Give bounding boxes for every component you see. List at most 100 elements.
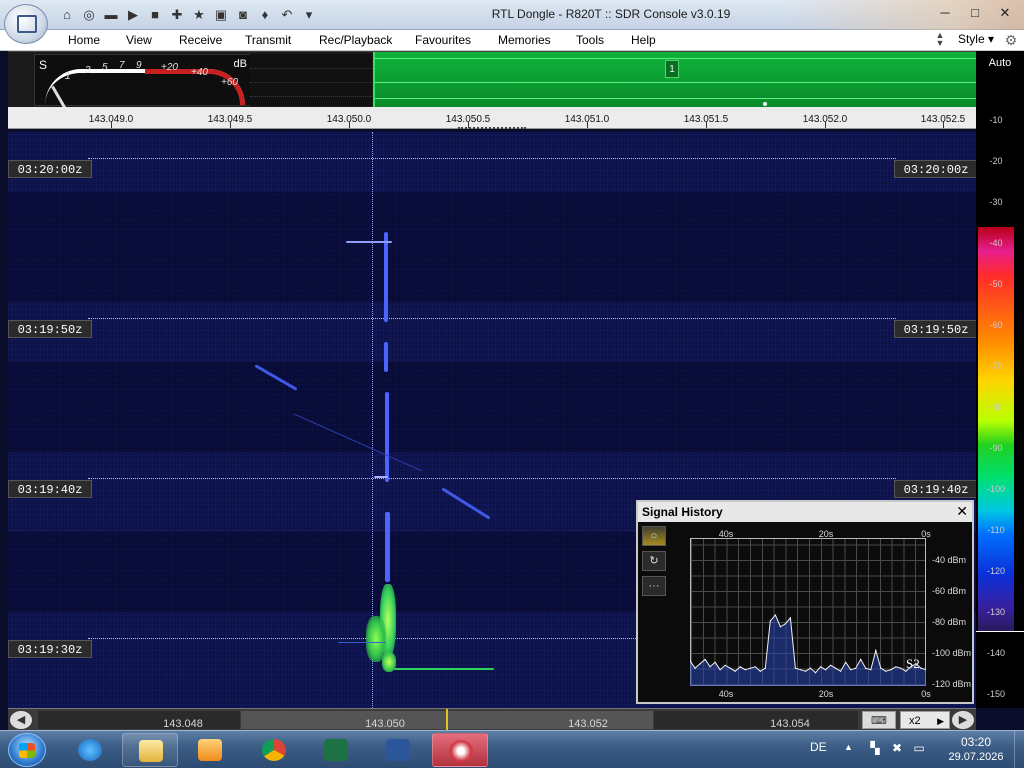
- signal-history-point: [855, 667, 857, 669]
- menu-view[interactable]: View: [126, 33, 152, 47]
- taskbar-chrome[interactable]: [246, 733, 302, 767]
- keyboard-button[interactable]: ⌨: [862, 711, 896, 729]
- record-toggle-button[interactable]: ○: [642, 526, 666, 546]
- menu-receive[interactable]: Receive: [179, 33, 222, 47]
- taskbar-word[interactable]: [370, 733, 426, 767]
- signal-trace: [338, 642, 386, 643]
- menu-favourites[interactable]: Favourites: [415, 33, 471, 47]
- start-button[interactable]: [8, 733, 46, 767]
- signal-history-point: [704, 658, 706, 660]
- mini-spectrum: [250, 54, 372, 106]
- signal-history-point: [820, 666, 822, 668]
- signal-history-point: [709, 666, 711, 668]
- signal-history-point: [850, 669, 852, 671]
- menu-help[interactable]: Help: [631, 33, 656, 47]
- db-scale-label: -40: [989, 238, 1003, 248]
- waterfall-time-label: 03:19:40z: [8, 480, 92, 498]
- meteor-streak: [441, 487, 491, 520]
- signal-history-point: [769, 620, 771, 622]
- s-unit-badge: S2: [906, 656, 920, 671]
- s-meter-tick: +40: [191, 67, 208, 78]
- db-scale-label: -150: [986, 689, 1005, 699]
- window-title: RTL Dongle - R820T :: SDR Console v3.0.1…: [491, 7, 731, 21]
- db-scale-label: -70: [989, 361, 1003, 371]
- zoom-dropdown[interactable]: x2 ▶: [900, 711, 950, 729]
- taskbar-excel[interactable]: [308, 733, 364, 767]
- tuning-label: 143.048: [163, 718, 203, 730]
- minimize-button[interactable]: ─: [932, 3, 958, 23]
- close-button[interactable]: ✕: [992, 3, 1018, 23]
- show-desktop-button[interactable]: [1014, 731, 1024, 768]
- gear-icon[interactable]: ⚙: [1002, 31, 1020, 49]
- menu-transmit[interactable]: Transmit: [245, 33, 291, 47]
- db-scale[interactable]: Auto -10 -20 -30 -40 -50 -60 -70 -80 -90…: [976, 51, 1024, 708]
- tray-app-icon[interactable]: ▚: [868, 741, 882, 755]
- word-icon: [386, 739, 410, 761]
- scroll-left-button[interactable]: ◀: [10, 711, 32, 729]
- taskbar-sdr-console[interactable]: [432, 733, 488, 767]
- signal-history-point: [890, 669, 892, 671]
- network-icon[interactable]: ✖: [890, 741, 904, 755]
- db-label: dB: [233, 58, 247, 70]
- signal-history-header: Signal History ✕: [638, 502, 972, 522]
- tuning-cursor[interactable]: [446, 709, 448, 731]
- menu-home[interactable]: Home: [68, 33, 100, 47]
- media-player-icon: [198, 739, 222, 761]
- taskbar: DE ▲ ▚ ✖ ▭ 03:20 29.07.2026: [0, 730, 1024, 768]
- signal-trace: [384, 342, 388, 372]
- tuning-bar[interactable]: ◀ 143.048 143.050 143.052 143.054 ⌨ x2 ▶ …: [8, 708, 976, 731]
- signal-history-point: [749, 667, 751, 669]
- taskbar-explorer[interactable]: [122, 733, 178, 767]
- y-axis-label: -120 dBm: [932, 679, 972, 689]
- tuning-label: 143.050: [365, 718, 405, 730]
- signal-history-point: [865, 667, 867, 669]
- auto-scale-button[interactable]: Auto: [976, 57, 1024, 69]
- maximize-button[interactable]: □: [962, 3, 988, 23]
- x-axis-label: 20s: [818, 529, 834, 539]
- style-dropdown[interactable]: Style ▾: [958, 32, 994, 46]
- x-axis-label: 20s: [818, 689, 834, 699]
- y-axis-label: -100 dBm: [932, 648, 972, 658]
- action-center-icon[interactable]: ▭: [912, 741, 926, 755]
- taskbar-media-player[interactable]: [182, 733, 238, 767]
- language-indicator[interactable]: DE: [810, 740, 827, 754]
- frequency-ruler[interactable]: 143.049.0 143.049.5 143.050.0 143.050.5 …: [8, 107, 976, 129]
- signal-history-point: [860, 658, 862, 660]
- menu-tools[interactable]: Tools: [576, 33, 604, 47]
- reset-button[interactable]: ↻: [642, 551, 666, 571]
- clock-date[interactable]: 29.07.2026: [942, 751, 1010, 763]
- chevron-right-icon: ▶: [937, 716, 944, 726]
- waterfall-time-label: 03:20:00z: [8, 160, 92, 178]
- signal-history-title: Signal History: [642, 505, 723, 519]
- signal-history-point: [729, 667, 731, 669]
- explorer-icon: [139, 740, 163, 762]
- tuning-label: 143.052: [568, 718, 608, 730]
- waterfall-time-label: 03:19:40z: [894, 480, 976, 498]
- signal-history-point: [870, 669, 872, 671]
- close-icon[interactable]: ✕: [956, 503, 968, 520]
- band-overview[interactable]: 1: [373, 52, 976, 108]
- signal-history-point: [845, 661, 847, 663]
- splitter-grip[interactable]: [458, 127, 526, 131]
- taskbar-ie[interactable]: [62, 733, 118, 767]
- db-scale-label: -20: [989, 156, 1003, 166]
- signal-history-point: [885, 670, 887, 672]
- signal-history-point: [719, 669, 721, 671]
- y-axis-label: -80 dBm: [932, 617, 967, 627]
- scroll-right-button[interactable]: ▶: [952, 711, 974, 729]
- db-scale-label: -120: [986, 566, 1005, 576]
- clock-time[interactable]: 03:20: [946, 735, 1006, 749]
- signal-trace: [374, 476, 388, 478]
- signal-history-tools: ○ ↻ ···: [642, 526, 668, 601]
- signal-history-point: [699, 663, 701, 665]
- updown-icon[interactable]: ▲ ▼: [934, 31, 946, 48]
- menu-rec-playback[interactable]: Rec/Playback: [319, 33, 392, 47]
- menu-memories[interactable]: Memories: [498, 33, 551, 47]
- signal-history-point: [835, 667, 837, 669]
- show-hidden-icons-icon[interactable]: ▲: [844, 742, 853, 752]
- vfo-marker[interactable]: 1: [665, 60, 679, 78]
- s-meter-tick: 7: [119, 60, 125, 71]
- more-options-button[interactable]: ···: [642, 576, 666, 596]
- s-meter-label: S: [39, 58, 48, 72]
- app-menu-button[interactable]: [4, 4, 48, 44]
